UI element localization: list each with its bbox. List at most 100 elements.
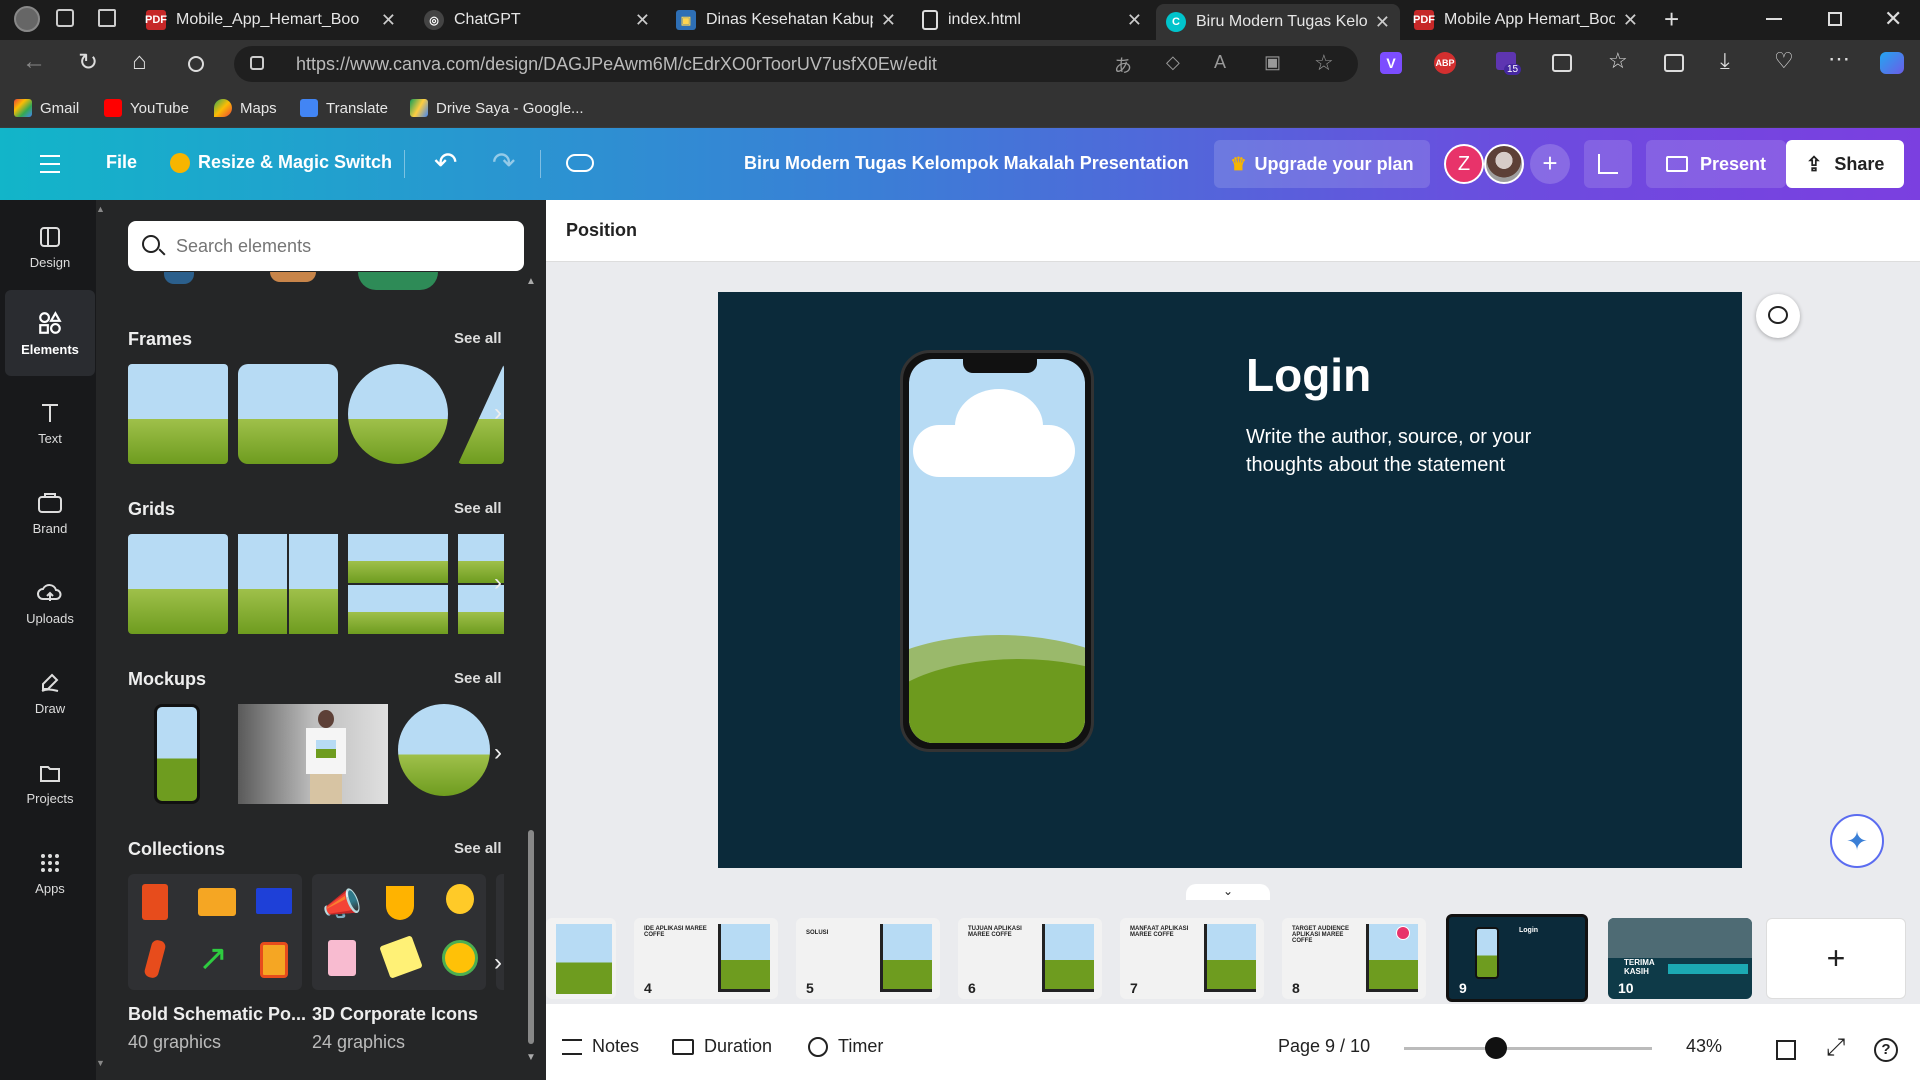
page-thumbnail[interactable]: TERIMA KASIH 10 <box>1608 918 1752 999</box>
frame-thumbnail[interactable] <box>348 364 448 464</box>
bookmark-drive[interactable]: Drive Saya - Google... <box>410 96 584 120</box>
download-icon[interactable]: ⤓ <box>1720 48 1730 74</box>
extension-v-icon[interactable]: V <box>1380 52 1402 74</box>
phone-mockup[interactable] <box>900 350 1094 752</box>
timer-button[interactable]: Timer <box>808 1036 883 1057</box>
see-all-frames-link[interactable]: See all <box>454 330 502 347</box>
rail-elements[interactable]: Elements <box>5 290 95 376</box>
close-tab-icon[interactable]: ✕ <box>1127 10 1142 31</box>
browser-tab[interactable]: ◎ ChatGPT ✕ <box>414 4 660 36</box>
browser-tab-active[interactable]: C Biru Modern Tugas Kelom ✕ <box>1156 4 1400 40</box>
add-page-button[interactable]: + <box>1766 918 1906 999</box>
browser-tab[interactable]: index.html ✕ <box>912 4 1152 36</box>
analytics-button[interactable] <box>1584 140 1632 188</box>
grid-view-icon[interactable] <box>1776 1040 1796 1060</box>
invite-button[interactable]: + <box>1530 144 1570 184</box>
new-tab-icon[interactable]: + <box>1664 4 1679 35</box>
frame-thumbnail[interactable] <box>238 364 338 464</box>
present-button[interactable]: Present <box>1646 140 1786 188</box>
browser-tab[interactable]: ▣ Dinas Kesehatan Kabupat ✕ <box>666 4 906 36</box>
address-bar[interactable]: https://www.canva.com/design/DAGJPeAwm6M… <box>234 46 1358 82</box>
sticker-mockup-thumbnail[interactable] <box>398 704 490 796</box>
rail-uploads[interactable]: Uploads <box>5 560 95 646</box>
page-thumbnail[interactable]: TARGET AUDIENCE APLIKASI MAREE COFFE 8 <box>1282 918 1426 999</box>
fullscreen-icon[interactable]: ⤢ <box>1826 1034 1845 1062</box>
url-text[interactable]: https://www.canva.com/design/DAGJPeAwm6M… <box>296 54 937 75</box>
collection-card[interactable]: 📣 <box>312 874 486 990</box>
collaborator-avatar[interactable] <box>1484 144 1524 184</box>
bookmark-maps[interactable]: Maps <box>214 96 277 120</box>
bookmark-youtube[interactable]: YouTube <box>104 96 189 120</box>
chevron-right-icon[interactable]: › <box>487 571 509 595</box>
see-all-mockups-link[interactable]: See all <box>454 670 502 687</box>
see-all-grids-link[interactable]: See all <box>454 500 502 517</box>
collection-card[interactable]: ↗ <box>128 874 302 990</box>
tab-actions-icon[interactable] <box>98 9 116 27</box>
chevron-right-icon[interactable]: › <box>487 741 509 765</box>
collection-title[interactable]: Bold Schematic Po... <box>128 1004 306 1025</box>
chevron-right-icon[interactable]: › <box>487 401 509 425</box>
refresh-icon[interactable]: ↻ <box>78 48 98 77</box>
minimize-icon[interactable] <box>1766 18 1782 20</box>
search-icon[interactable] <box>188 56 204 72</box>
rail-scroll-down-icon[interactable]: ▼ <box>96 1058 105 1068</box>
position-button[interactable]: Position <box>566 220 637 241</box>
zoom-slider[interactable] <box>1404 1037 1652 1059</box>
read-aloud-icon[interactable]: A <box>1214 52 1226 73</box>
favorites-icon[interactable]: ☆ <box>1608 48 1628 74</box>
grid-thumbnail[interactable] <box>289 534 338 634</box>
translate-icon[interactable]: あ <box>1114 52 1132 78</box>
cloud-saved-icon[interactable] <box>566 154 594 172</box>
magic-assistant-button[interactable]: ✦ <box>1830 814 1884 868</box>
grid-thumbnail[interactable] <box>348 585 448 634</box>
duration-button[interactable]: Duration <box>672 1036 772 1057</box>
slide-body-line[interactable]: Write the author, source, or your <box>1246 426 1531 449</box>
zoom-level[interactable]: 43% <box>1686 1036 1722 1057</box>
rail-brand[interactable]: Brand <box>5 470 95 556</box>
help-icon[interactable]: ? <box>1874 1038 1898 1062</box>
page-indicator[interactable]: Page 9 / 10 <box>1278 1036 1370 1057</box>
zoom-slider-thumb[interactable] <box>1484 1037 1507 1059</box>
search-input[interactable] <box>176 231 506 261</box>
page-thumbnail[interactable]: MANFAAT APLIKASI MAREE COFFE 7 <box>1120 918 1264 999</box>
split-screen-icon[interactable] <box>1552 54 1572 72</box>
favorite-star-icon[interactable]: ☆ <box>1314 50 1334 76</box>
grid-thumbnail[interactable] <box>348 534 448 583</box>
browser-tab[interactable]: PDF Mobile App Hemart_Boo ✕ <box>1404 4 1648 36</box>
profile-icon[interactable] <box>14 6 40 32</box>
collections-icon[interactable] <box>1664 54 1684 72</box>
close-tab-icon[interactable]: ✕ <box>1375 12 1390 33</box>
undo-icon[interactable]: ↶ <box>434 146 457 179</box>
slide-body-line[interactable]: thoughts about the statement <box>1246 454 1505 477</box>
phone-mockup-thumbnail[interactable] <box>154 704 200 804</box>
back-icon[interactable]: ← <box>22 48 46 76</box>
scroll-down-icon[interactable]: ▼ <box>526 1052 536 1063</box>
restore-icon[interactable] <box>1828 12 1842 26</box>
notes-button[interactable]: Notes <box>562 1036 639 1057</box>
redo-icon[interactable]: ↷ <box>492 146 515 179</box>
workspaces-icon[interactable] <box>56 9 74 27</box>
close-tab-icon[interactable]: ✕ <box>881 10 896 31</box>
rail-design[interactable]: Design <box>5 204 95 290</box>
scroll-up-icon[interactable]: ▲ <box>526 276 536 287</box>
add-comment-button[interactable] <box>1756 294 1800 338</box>
design-title[interactable]: Biru Modern Tugas Kelompok Makalah Prese… <box>744 153 1189 174</box>
panel-scrollbar[interactable] <box>528 830 534 1044</box>
rail-scroll-up-icon[interactable]: ▲ <box>96 204 105 214</box>
menu-icon[interactable] <box>40 155 60 173</box>
upgrade-button[interactable]: ♛ Upgrade your plan <box>1214 140 1430 188</box>
avatar[interactable]: Z <box>1444 144 1484 184</box>
performance-icon[interactable]: ♡ <box>1774 48 1794 74</box>
close-window-icon[interactable]: ✕ <box>1884 6 1902 32</box>
frame-thumbnail[interactable] <box>128 364 228 464</box>
browser-tab[interactable]: PDF Mobile_App_Hemart_Boo ✕ <box>136 4 406 36</box>
page-thumbnail[interactable]: TUJUAN APLIKASI MAREE COFFE 6 <box>958 918 1102 999</box>
resize-button[interactable]: Resize & Magic Switch <box>170 152 392 173</box>
close-tab-icon[interactable]: ✕ <box>635 10 650 31</box>
page-thumbnail-active[interactable]: Login 9 <box>1446 914 1588 1002</box>
page-thumbnail[interactable]: SOLUSI 5 <box>796 918 940 999</box>
collection-title[interactable]: 3D Corporate Icons <box>312 1004 478 1025</box>
rail-projects[interactable]: Projects <box>5 740 95 826</box>
copilot-icon[interactable] <box>1880 52 1904 74</box>
bookmark-gmail[interactable]: Gmail <box>14 96 79 120</box>
